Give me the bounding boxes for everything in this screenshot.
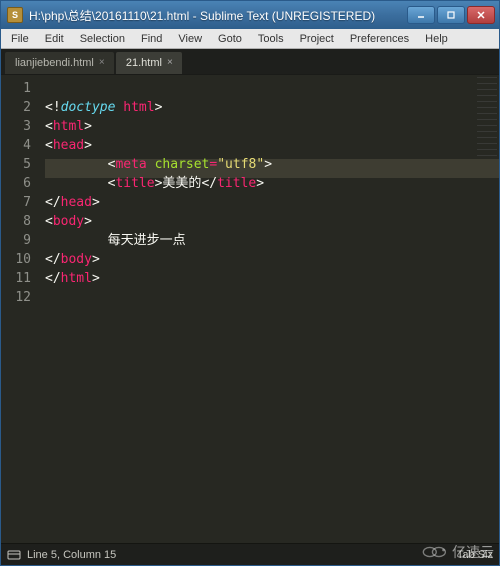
close-button[interactable] (467, 6, 495, 24)
menu-item-project[interactable]: Project (292, 31, 342, 47)
tab-1[interactable]: 21.html × (116, 52, 182, 74)
menu-item-find[interactable]: Find (133, 31, 170, 47)
tab-close-icon[interactable]: × (99, 58, 109, 68)
window-controls (407, 6, 495, 24)
line-number: 3 (1, 117, 31, 136)
menu-item-view[interactable]: View (170, 31, 210, 47)
tabbar: lianjiebendi.html × 21.html × (1, 49, 499, 75)
code-line[interactable]: <!doctype html> (45, 98, 499, 117)
code-line[interactable]: <body> (45, 212, 499, 231)
code-line[interactable]: <meta charset="utf8"> (45, 155, 499, 174)
editor[interactable]: 123456789101112 <!doctype html><html><he… (1, 75, 499, 543)
tab-label: lianjiebendi.html (15, 57, 94, 69)
menu-item-edit[interactable]: Edit (37, 31, 72, 47)
code-line[interactable] (45, 288, 499, 307)
statusbar: Line 5, Column 15 Tab Siz (1, 543, 499, 565)
tab-label: 21.html (126, 57, 162, 69)
menubar: FileEditSelectionFindViewGotoToolsProjec… (1, 29, 499, 49)
status-position[interactable]: Line 5, Column 15 (27, 549, 116, 561)
line-number: 6 (1, 174, 31, 193)
line-number: 1 (1, 79, 31, 98)
code-line[interactable]: </head> (45, 193, 499, 212)
line-number: 10 (1, 250, 31, 269)
menu-item-file[interactable]: File (3, 31, 37, 47)
menu-item-preferences[interactable]: Preferences (342, 31, 417, 47)
tab-close-icon[interactable]: × (167, 58, 177, 68)
minimize-button[interactable] (407, 6, 435, 24)
line-number: 12 (1, 288, 31, 307)
code-line[interactable] (45, 307, 499, 326)
code-line[interactable]: </body> (45, 250, 499, 269)
app-window: S H:\php\总结\20161110\21.html - Sublime T… (0, 0, 500, 566)
status-icon (7, 549, 21, 561)
gutter: 123456789101112 (1, 75, 39, 543)
window-title: H:\php\总结\20161110\21.html - Sublime Tex… (29, 7, 407, 24)
code-area[interactable]: <!doctype html><html><head> <meta charse… (39, 75, 499, 543)
line-number: 7 (1, 193, 31, 212)
line-number: 9 (1, 231, 31, 250)
tab-0[interactable]: lianjiebendi.html × (5, 52, 114, 74)
line-number: 8 (1, 212, 31, 231)
menu-item-goto[interactable]: Goto (210, 31, 250, 47)
menu-item-help[interactable]: Help (417, 31, 456, 47)
menu-item-tools[interactable]: Tools (250, 31, 292, 47)
code-line[interactable]: 每天进步一点 (45, 231, 499, 250)
code-line[interactable]: </html> (45, 269, 499, 288)
line-number: 5 (1, 155, 31, 174)
maximize-button[interactable] (437, 6, 465, 24)
code-line[interactable]: <title>美美的</title> (45, 174, 499, 193)
line-number: 11 (1, 269, 31, 288)
status-tab-size[interactable]: Tab Siz (457, 549, 493, 561)
line-number: 4 (1, 136, 31, 155)
line-number: 2 (1, 98, 31, 117)
menu-item-selection[interactable]: Selection (72, 31, 133, 47)
titlebar[interactable]: S H:\php\总结\20161110\21.html - Sublime T… (1, 1, 499, 29)
code-line[interactable]: <head> (45, 136, 499, 155)
app-icon: S (7, 7, 23, 23)
code-line[interactable]: <html> (45, 117, 499, 136)
